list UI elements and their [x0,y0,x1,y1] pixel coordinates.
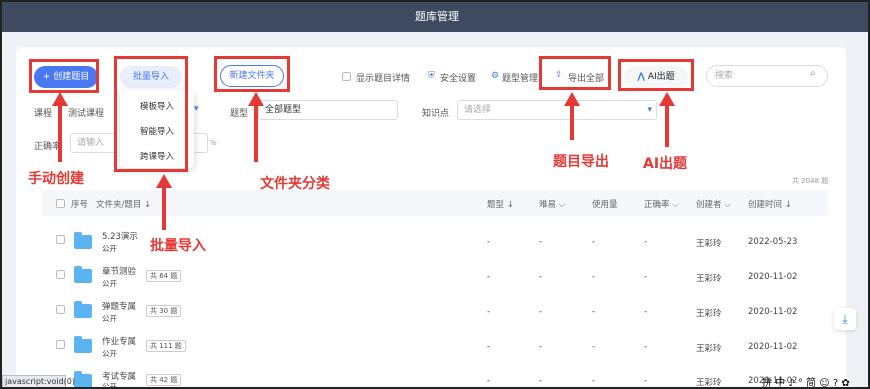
ime-toolbar[interactable]: 拼 中 ♪ ° 简 ☺ ? ✿ [762,374,850,387]
annotation-folder-category: 文件夹分类 [260,176,330,192]
annotation-batch-import: 批量导入 [150,238,206,254]
annotation-export: 题目导出 [553,154,609,170]
app-window: 题库管理 + 创建题目 批量导入 新建文件夹 显示题目详情 ⛨ 安全设置 ⚙ 题… [0,0,870,389]
annotation-arrows [52,92,675,230]
annotation-ai: AI出题 [643,156,688,172]
annotation-manual-create: 手动创建 [28,171,84,187]
status-bar-url: javascript:void(0) [2,375,75,387]
